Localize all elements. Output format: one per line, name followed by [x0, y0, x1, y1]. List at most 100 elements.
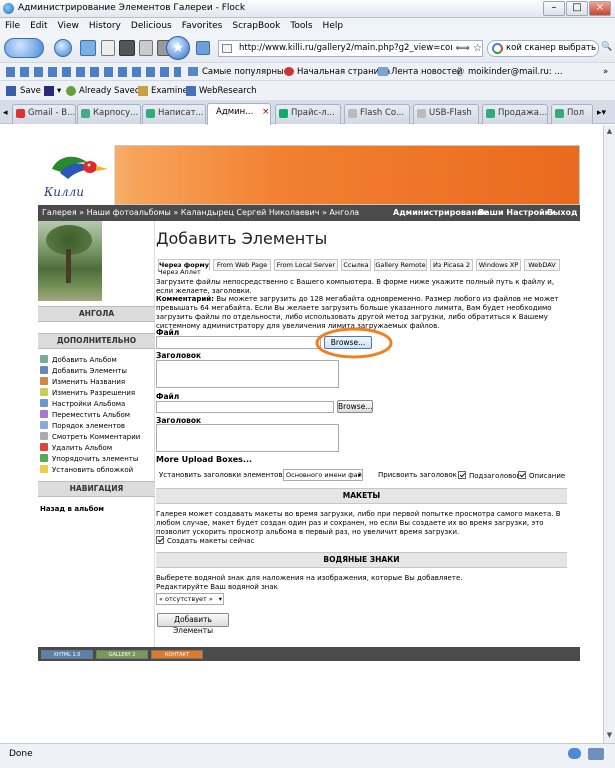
bookmark-mail[interactable]: moikinder@mail.ru: ...: [468, 67, 563, 77]
examine-button[interactable]: Examine: [151, 86, 188, 96]
menu-file[interactable]: File: [0, 18, 25, 31]
subtitle-checkbox[interactable]: Подзаголовок: [458, 471, 521, 481]
tab-applet[interactable]: Через Аплет: [158, 268, 201, 276]
address-bar[interactable]: http://www.killi.ru/gallery2/main.php?g2…: [218, 40, 483, 57]
caption-source-select[interactable]: Основного имени файла ▾: [283, 469, 363, 481]
share-icon[interactable]: [196, 41, 210, 55]
tab-link[interactable]: Ссылка: [341, 259, 371, 271]
close-window-button[interactable]: ×: [589, 1, 611, 16]
search-go-icon[interactable]: 🔍: [601, 42, 613, 54]
address-tools-icon[interactable]: ⟺ ☆: [452, 41, 482, 56]
gallery-badge[interactable]: GALLERY 2: [96, 650, 148, 659]
tab-flash[interactable]: Flash Co...: [344, 104, 410, 124]
edit-watermark-link[interactable]: Редактируйте Ваш водяной знак: [156, 583, 278, 592]
tab-from-web-page[interactable]: From Web Page: [213, 259, 271, 271]
scroll-up-arrow-icon[interactable]: ▲: [605, 127, 614, 136]
file-input-2[interactable]: [156, 401, 334, 413]
caption-textarea-1[interactable]: [156, 360, 339, 388]
caption-textarea-2[interactable]: [156, 424, 339, 452]
menu-scrapbook[interactable]: ScrapBook: [227, 18, 285, 31]
watermark-select[interactable]: « отсутствует » ▾: [156, 593, 224, 605]
menu-view[interactable]: View: [53, 18, 84, 31]
tab-usb-flash[interactable]: USB-Flash: [413, 104, 479, 124]
sidebar-item-item-order[interactable]: Порядок элементов: [40, 421, 125, 431]
tab-pol[interactable]: Пол: [551, 104, 593, 124]
tab-gallery-remote[interactable]: Gallery Remote: [374, 259, 427, 271]
page-icon[interactable]: [101, 40, 115, 56]
xhtml-badge[interactable]: XHTML 1.0: [41, 650, 93, 659]
disk-icon[interactable]: [44, 86, 54, 96]
dropdown-arrow-icon[interactable]: ▾: [57, 86, 61, 96]
add-items-submit-button[interactable]: Добавить Элементы: [157, 613, 229, 635]
bookmark-home[interactable]: Начальная страница: [297, 67, 390, 77]
sidebar-item-view-comments[interactable]: Смотреть Комментарии: [40, 432, 140, 442]
bookmarks-more-icon[interactable]: »: [603, 67, 608, 77]
menu-delicious[interactable]: Delicious: [126, 18, 177, 31]
tab-gmail[interactable]: Gmail - B...: [12, 104, 76, 124]
sidebar-item-sort-items[interactable]: Упорядочить элементы: [40, 454, 138, 464]
grid-icon[interactable]: [139, 40, 153, 56]
admin-link[interactable]: Администрирование: [393, 205, 488, 221]
minimize-button[interactable]: –: [543, 1, 565, 16]
menu-edit[interactable]: Edit: [25, 18, 52, 31]
bookmark-newsfeed[interactable]: Лента новостей: [391, 67, 462, 77]
tab-prodazha[interactable]: Продажа...: [482, 104, 548, 124]
more-upload-boxes-link[interactable]: More Upload Boxes...: [156, 455, 252, 464]
sidebar-item-set-cover[interactable]: Установить обложкой: [40, 465, 133, 475]
sidebar-item-move-album[interactable]: Переместить Альбом: [40, 410, 130, 420]
browse-button-2[interactable]: Browse...: [337, 400, 373, 413]
tabs-scroll-right-icon[interactable]: ▸▾: [597, 108, 611, 120]
tab-picasa[interactable]: Из Picasa 2: [430, 259, 473, 271]
tab-close-icon[interactable]: ×: [262, 104, 270, 121]
menu-help[interactable]: Help: [318, 18, 349, 31]
menu-tools[interactable]: Tools: [285, 18, 317, 31]
breadcrumb[interactable]: Галерея » Наши фотоальбомы » Каландырец …: [42, 205, 359, 221]
maximize-button[interactable]: □: [566, 1, 588, 16]
sidebar-item-album-settings[interactable]: Настройки Альбома: [40, 399, 125, 409]
tab-list-icon[interactable]: ◂: [3, 108, 11, 120]
tab-admin[interactable]: Админ... ×: [207, 103, 271, 125]
flock-people-icons[interactable]: [6, 67, 181, 77]
menu-favorites[interactable]: Favorites: [177, 18, 228, 31]
sidebar-item-label: Изменить Разрешения: [52, 389, 136, 397]
album-thumbnail[interactable]: [38, 221, 102, 301]
sidebar-item-edit-captions[interactable]: Изменить Названия: [40, 377, 125, 387]
back-to-album-link[interactable]: Назад в альбом: [40, 504, 104, 514]
settings-link[interactable]: Ваши Настройки: [478, 205, 556, 221]
contact-badge[interactable]: КОНТАКТ: [151, 650, 203, 659]
menu-history[interactable]: History: [84, 18, 126, 31]
tab-from-local-server[interactable]: From Local Server: [274, 259, 338, 271]
site-logo[interactable]: Килли: [38, 145, 115, 205]
tab-karposu[interactable]: Карпосу...: [77, 104, 141, 124]
back-forward-icon[interactable]: [4, 38, 44, 58]
tab-napisat[interactable]: Написат...: [142, 104, 206, 124]
home-icon[interactable]: [80, 40, 96, 56]
logout-link[interactable]: Выход: [547, 205, 577, 221]
gmail-favicon-icon: [16, 109, 25, 118]
tab-price[interactable]: Прайс-л...: [275, 104, 341, 124]
bookmark-popular[interactable]: Самые популярные: [202, 67, 289, 77]
sidebar-item-add-items[interactable]: Добавить Элементы: [40, 366, 127, 376]
create-thumbnails-checkbox[interactable]: Создать макеты сейчас: [156, 536, 254, 546]
window-icon[interactable]: [119, 40, 135, 56]
tab-label: USB-Flash: [429, 108, 472, 118]
scroll-down-arrow-icon[interactable]: ▼: [605, 731, 614, 740]
sidebar-item-edit-permissions[interactable]: Изменить Разрешения: [40, 388, 135, 398]
search-input[interactable]: кой сканер выбрать: [487, 40, 599, 57]
tab-webdav[interactable]: WebDAV: [524, 259, 560, 271]
description-checkbox[interactable]: Описание: [518, 471, 565, 481]
sidebar-item-delete-album[interactable]: Удалить Альбом: [40, 443, 112, 453]
chat-bubble-icon[interactable]: [568, 748, 581, 759]
tab-strip: ◂ Gmail - B... Карпосу... Написат... Адм…: [0, 100, 615, 125]
already-saved-button[interactable]: Already Saved?: [79, 86, 145, 96]
sort-icon: [40, 454, 48, 462]
status-tools-icon[interactable]: [588, 748, 604, 760]
tab-windows-xp[interactable]: Windows XP: [476, 259, 521, 271]
webresearch-button[interactable]: WebResearch: [199, 86, 257, 96]
file-input-1[interactable]: [156, 336, 321, 349]
save-button[interactable]: Save: [20, 86, 41, 96]
sidebar-item-add-album[interactable]: Добавить Альбом: [40, 355, 117, 365]
favorites-star-icon[interactable]: ★: [166, 36, 190, 60]
vertical-scrollbar[interactable]: ▲ ▼: [603, 125, 615, 743]
reload-icon[interactable]: [54, 39, 72, 57]
